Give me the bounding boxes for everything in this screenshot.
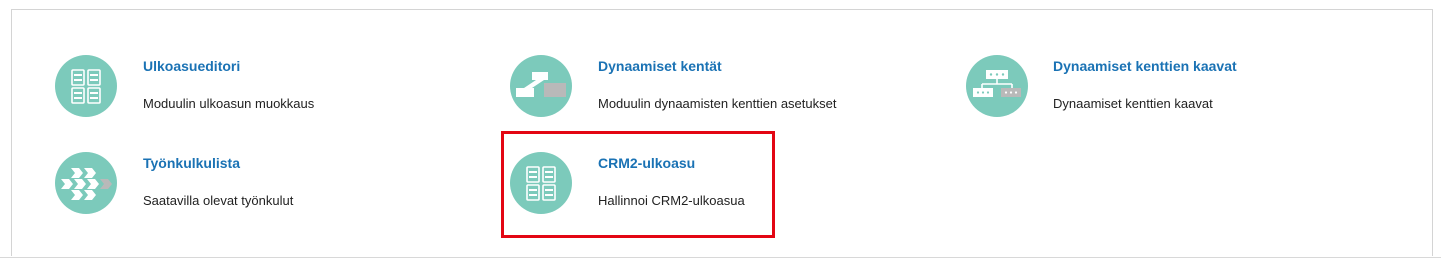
tool-title-dynamic-formulas[interactable]: Dynaamiset kenttien kaavat (1053, 58, 1237, 74)
panel-divider (0, 257, 1441, 258)
tool-title-crm2-layout[interactable]: CRM2-ulkoasu (598, 155, 695, 171)
crm2-layout-icon[interactable] (510, 152, 572, 214)
tool-description-crm2-layout: Hallinnoi CRM2-ulkoasua (598, 193, 745, 208)
tool-title-dynamic-fields[interactable]: Dynaamiset kentät (598, 58, 722, 74)
layout-editor-icon[interactable] (55, 55, 117, 117)
tool-title-workflow-list[interactable]: Työnkulkulista (143, 155, 240, 171)
tool-description-dynamic-formulas: Dynaamiset kenttien kaavat (1053, 96, 1213, 111)
workflow-list-icon[interactable] (55, 152, 117, 214)
tool-description-layout-editor: Moduulin ulkoasun muokkaus (143, 96, 315, 111)
tool-title-layout-editor[interactable]: Ulkoasueditori (143, 58, 240, 74)
tool-description-dynamic-fields: Moduulin dynaamisten kenttien asetukset (598, 96, 837, 111)
dynamic-fields-icon[interactable] (510, 55, 572, 117)
admin-tools-panel (11, 9, 1433, 256)
dynamic-formulas-icon[interactable] (966, 55, 1028, 117)
tool-description-workflow-list: Saatavilla olevat työnkulut (143, 193, 294, 208)
